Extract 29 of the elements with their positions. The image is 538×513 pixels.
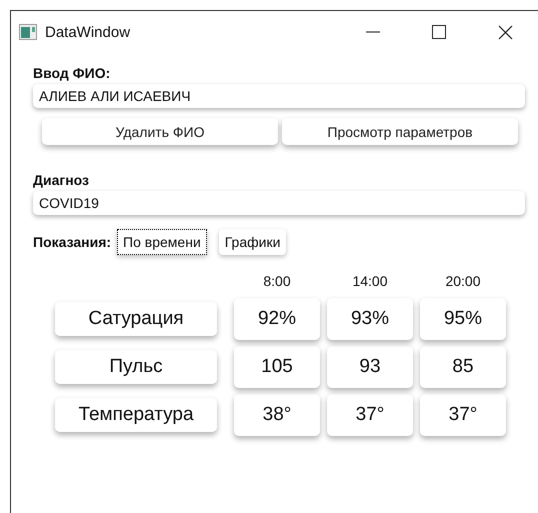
table-cell: 38°	[234, 394, 320, 436]
table-cell: 85	[420, 346, 506, 388]
table-cell: 105	[234, 346, 320, 388]
table-cell: 37°	[420, 394, 506, 436]
column-header: 20:00	[444, 273, 482, 291]
column-header: 8:00	[262, 273, 292, 291]
row-label: Температура	[55, 398, 217, 432]
readings-label: Показания:	[33, 234, 112, 250]
table-cell: 92%	[234, 298, 320, 340]
row-label: Сатурация	[55, 302, 217, 336]
action-button[interactable]: Удалить ФИО	[42, 118, 278, 145]
field-label: Диагноз	[33, 172, 90, 188]
action-button[interactable]: Просмотр параметров	[282, 118, 518, 145]
view-button[interactable]: По времени	[117, 229, 207, 255]
minimize-icon[interactable]	[366, 31, 380, 33]
view-button[interactable]: Графики	[218, 229, 286, 255]
table-cell: 37°	[327, 394, 413, 436]
app-icon	[19, 24, 37, 40]
row-label: Пульс	[55, 350, 217, 384]
diagnosis-field[interactable]: COVID19	[33, 191, 525, 215]
close-icon[interactable]	[498, 24, 512, 40]
maximize-icon[interactable]	[432, 25, 446, 39]
field-label: Ввод ФИО:	[33, 65, 112, 81]
column-header: 14:00	[351, 273, 389, 291]
table-cell: 95%	[420, 298, 506, 340]
name-field[interactable]: АЛИЕВ АЛИ ИСАЕВИЧ	[33, 84, 525, 108]
window-title: DataWindow	[45, 24, 132, 40]
table-cell: 93	[327, 346, 413, 388]
table-cell: 93%	[327, 298, 413, 340]
